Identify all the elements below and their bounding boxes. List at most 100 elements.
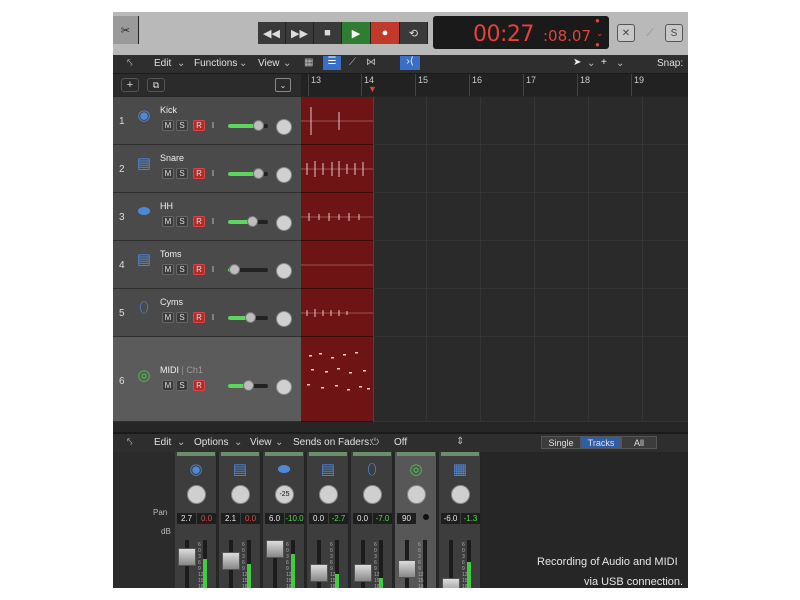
input-monitor-button[interactable]: I [207, 312, 219, 323]
solo-button[interactable]: S [176, 120, 188, 131]
power-icon[interactable]: ⏻ [371, 437, 379, 448]
list-view-icon[interactable]: ☰ [323, 56, 341, 70]
input-monitor-button[interactable]: I [207, 216, 219, 227]
strip-slot[interactable] [221, 452, 259, 456]
track-name[interactable]: Toms [160, 249, 182, 259]
track-name[interactable]: HH [160, 201, 173, 211]
volume-value[interactable]: 0.0 [353, 513, 372, 524]
play-button[interactable]: ▶ [342, 22, 371, 44]
peak-value[interactable]: 0.0 [197, 513, 216, 524]
volume-value[interactable]: 2.1 [221, 513, 240, 524]
mixer-options-menu[interactable]: Options [194, 437, 228, 448]
track-lane[interactable] [373, 241, 688, 289]
catch-icon[interactable]: ›⟨ [400, 56, 420, 70]
volume-fader[interactable] [228, 216, 268, 227]
tool-icon[interactable]: ⤣ [127, 58, 133, 69]
track-lane[interactable] [373, 97, 688, 145]
channel-strip[interactable]: ◎ 90 [395, 452, 437, 588]
solo-button[interactable]: S [176, 216, 188, 227]
track-lane[interactable] [373, 193, 688, 241]
pan-knob[interactable] [451, 485, 470, 504]
pan-knob[interactable] [187, 485, 206, 504]
volume-knob[interactable] [247, 216, 258, 227]
peak-value[interactable]: -2.7 [329, 513, 348, 524]
volume-knob[interactable] [245, 312, 256, 323]
solo-button[interactable]: S [176, 168, 188, 179]
snap-label[interactable]: Snap: [657, 58, 683, 69]
input-monitor-button[interactable]: I [207, 168, 219, 179]
strip-slot[interactable] [441, 452, 479, 456]
grid-icon[interactable]: ▦ [304, 57, 313, 68]
track-header-snare[interactable]: 2 ▤ Snare MSRI [113, 145, 301, 193]
audio-region[interactable] [301, 97, 373, 145]
audio-region[interactable] [301, 145, 373, 193]
channel-strip[interactable]: ⬬ -25 6.0 -10.0 [263, 452, 305, 588]
track-header-hh[interactable]: 3 ⬬ HH MSRI [113, 193, 301, 241]
record-enable-button[interactable]: R [193, 216, 205, 227]
volume-value[interactable]: 90 [397, 513, 416, 524]
automation-icon[interactable]: ⟋ [349, 57, 356, 68]
strip-slot[interactable] [353, 452, 391, 456]
tracks-button[interactable]: Tracks [581, 436, 621, 449]
pan-knob[interactable] [276, 119, 292, 135]
channel-strip[interactable]: ▤ 0.0 -2.7 [307, 452, 349, 588]
mixer-edit-menu[interactable]: Edit [154, 437, 171, 448]
volume-fader-cap[interactable] [222, 552, 240, 570]
sends-select[interactable]: Off [394, 437, 407, 448]
record-enable-button[interactable]: R [193, 380, 205, 391]
track-name[interactable]: MIDI | Ch1 [160, 365, 203, 375]
flex-icon[interactable]: ⋈ [366, 57, 376, 68]
tool-icon[interactable]: ⤣ [127, 437, 133, 448]
volume-fader[interactable] [228, 380, 268, 391]
volume-knob[interactable] [253, 120, 264, 131]
strip-slot[interactable] [265, 452, 303, 456]
volume-fader[interactable] [228, 168, 268, 179]
volume-fader-cap[interactable] [178, 548, 196, 566]
pan-knob[interactable] [276, 379, 292, 395]
pan-knob[interactable] [276, 167, 292, 183]
track-header-midi[interactable]: 6 ◎ MIDI | Ch1 M S R [113, 337, 301, 422]
playhead-icon[interactable]: ▼ [368, 84, 377, 94]
record-button[interactable]: ● [371, 22, 400, 44]
track-header-cyms[interactable]: 5 ⬯ Cyms MSRI [113, 289, 301, 337]
crosshair-tool-icon[interactable]: + [601, 57, 607, 68]
track-lane[interactable] [373, 289, 688, 337]
pan-knob[interactable] [276, 263, 292, 279]
mute-button[interactable]: M [162, 120, 174, 131]
peak-value[interactable]: -1.3 [461, 513, 480, 524]
pan-knob[interactable] [363, 485, 382, 504]
track-name[interactable]: Snare [160, 153, 184, 163]
input-monitor-button[interactable]: I [207, 120, 219, 131]
volume-value[interactable]: -6.0 [441, 513, 460, 524]
chevron-down-icon[interactable]: ⌄ [596, 28, 604, 39]
mixer-view-menu[interactable]: View [250, 437, 272, 448]
track-name[interactable]: Kick [160, 105, 177, 115]
audio-region[interactable] [301, 289, 373, 337]
peak-value[interactable]: 0.0 [241, 513, 260, 524]
volume-knob[interactable] [243, 380, 254, 391]
pan-knob[interactable]: -25 [275, 485, 294, 504]
track-name[interactable]: Cyms [160, 297, 183, 307]
volume-fader-cap[interactable] [310, 564, 328, 582]
record-enable-button[interactable]: R [193, 120, 205, 131]
record-enable-button[interactable]: R [193, 264, 205, 275]
channel-strip[interactable]: ◉ 2.7 0.0 [175, 452, 217, 588]
lcd-display[interactable]: 00:27 :08.07 ● ⌄ ● [433, 16, 609, 49]
pan-knob[interactable] [231, 485, 250, 504]
mute-button[interactable]: M [162, 380, 174, 391]
audio-region[interactable] [301, 241, 373, 289]
duplicate-track-icon[interactable]: ⧉ [147, 78, 165, 92]
strip-slot[interactable] [397, 452, 435, 456]
tuner-icon[interactable]: ⟋ [641, 24, 659, 42]
channel-strip[interactable]: ⬯ 0.0 -7.0 [351, 452, 393, 588]
timeline-ruler[interactable]: 13 14 15 16 17 18 19 ▼ [301, 74, 688, 96]
volume-fader[interactable] [228, 120, 268, 131]
volume-fader[interactable] [228, 312, 268, 323]
record-enable-button[interactable]: R [193, 312, 205, 323]
strip-slot[interactable] [177, 452, 215, 456]
functions-menu[interactable]: Functions [194, 58, 237, 69]
volume-knob[interactable] [253, 168, 264, 179]
fast-forward-button[interactable]: ▶▶ [286, 22, 314, 44]
track-header-kick[interactable]: 1 ◉ Kick MSRI [113, 97, 301, 145]
volume-fader-cap[interactable] [442, 578, 460, 588]
